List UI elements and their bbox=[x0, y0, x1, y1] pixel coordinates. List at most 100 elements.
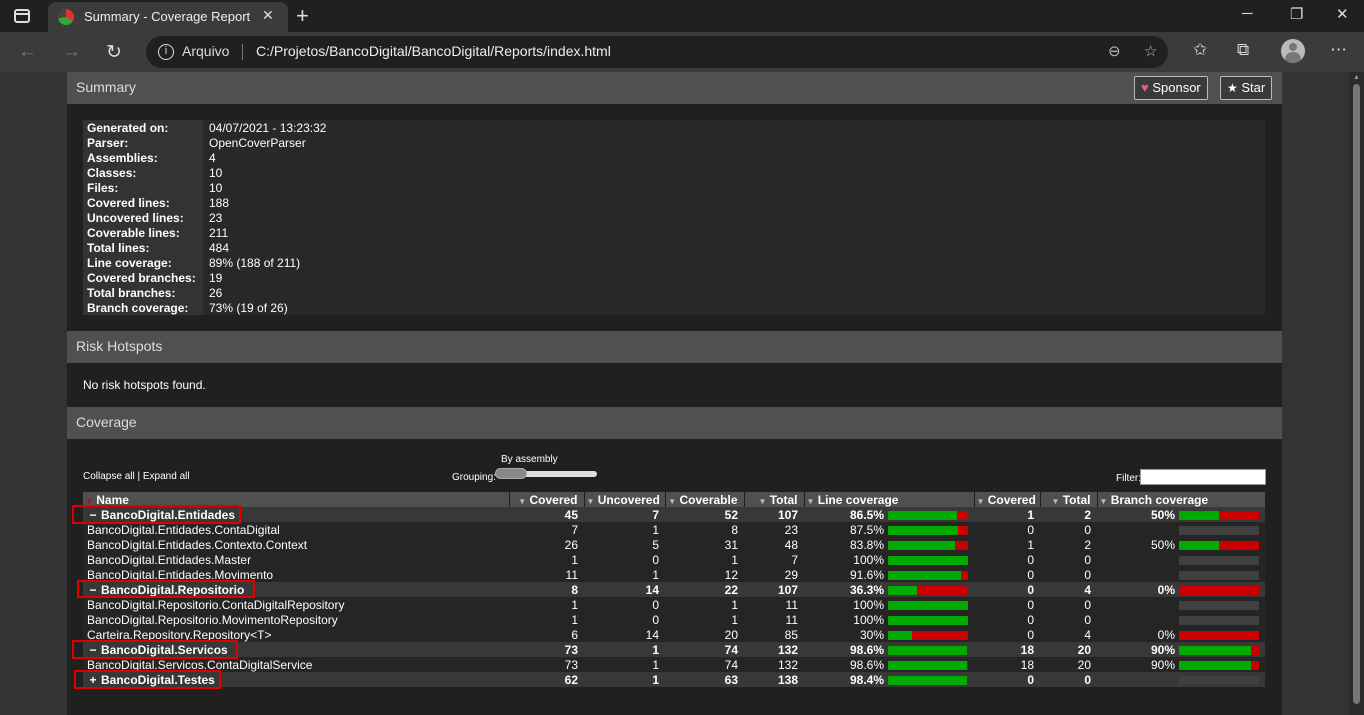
url-text[interactable]: C:/Projetos/BancoDigital/BancoDigital/Re… bbox=[256, 43, 611, 59]
forward-icon[interactable]: → bbox=[62, 41, 81, 63]
summary-row-label: Branch coverage: bbox=[83, 300, 203, 315]
col-coverable[interactable]: ▼ Coverable bbox=[665, 492, 745, 507]
col-line-coverage[interactable]: ▼ Line coverage bbox=[804, 492, 975, 507]
back-icon[interactable]: ← bbox=[18, 41, 37, 63]
url-field[interactable]: i Arquivo C:/Projetos/BancoDigital/Banco… bbox=[146, 36, 1168, 68]
class-name[interactable]: BancoDigital.Entidades.ContaDigital bbox=[87, 523, 280, 537]
line-coverage-cell: 36.3% bbox=[804, 582, 974, 597]
scroll-up-icon[interactable]: ▲ bbox=[1353, 74, 1360, 81]
line-coverage-bar bbox=[888, 510, 968, 520]
profile-avatar[interactable] bbox=[1281, 39, 1305, 63]
col-covered[interactable]: ▼ Covered bbox=[509, 492, 585, 507]
filter-input[interactable] bbox=[1140, 469, 1266, 485]
class-name-cell: BancoDigital.Entidades.Contexto.Context bbox=[83, 537, 509, 552]
col-uncovered[interactable]: ▼ Uncovered bbox=[584, 492, 666, 507]
zoom-icon[interactable]: ⊖ bbox=[1108, 42, 1121, 60]
summary-row: Coverable lines: 211 bbox=[83, 225, 1265, 240]
collections-icon[interactable]: ⧉ bbox=[1237, 40, 1249, 60]
summary-row-value: 73% (19 of 26) bbox=[203, 300, 1265, 315]
coverable-cell: 1 bbox=[665, 552, 744, 567]
address-bar: ← → ↻ i Arquivo C:/Projetos/BancoDigital… bbox=[0, 32, 1364, 72]
coverable-cell: 20 bbox=[665, 627, 744, 642]
assembly-row[interactable]: − BancoDigital.Entidades 45 7 52 107 86.5% 1 2 50… bbox=[83, 507, 1265, 522]
line-coverage-bar-uncovered bbox=[912, 630, 968, 640]
line-coverage-bar bbox=[888, 615, 968, 625]
browser-tab[interactable]: Summary - Coverage Report ✕ bbox=[48, 2, 288, 32]
branch-coverage-bar-covered bbox=[1179, 660, 1251, 670]
class-name[interactable]: BancoDigital.Entidades.Master bbox=[87, 553, 251, 567]
branch-covered-cell: 0 bbox=[974, 552, 1040, 567]
line-coverage-bar-uncovered bbox=[917, 585, 968, 595]
summary-row: Line coverage: 89% (188 of 211) bbox=[83, 255, 1265, 270]
line-coverage-cell: 30% bbox=[804, 627, 974, 642]
branch-coverage-bar bbox=[1179, 600, 1259, 610]
class-row[interactable]: BancoDigital.Repositorio.MovimentoReposi… bbox=[83, 612, 1265, 627]
class-row[interactable]: BancoDigital.Servicos.ContaDigitalServic… bbox=[83, 657, 1265, 672]
col-branch-covered[interactable]: ▼ Covered bbox=[974, 492, 1041, 507]
tab-close-icon[interactable]: ✕ bbox=[262, 7, 274, 24]
add-favorite-icon[interactable]: ☆ bbox=[1144, 42, 1157, 60]
line-coverage-value: 36.3% bbox=[849, 582, 884, 597]
class-name[interactable]: BancoDigital.Repositorio.MovimentoReposi… bbox=[87, 613, 338, 627]
branch-coverage-cell bbox=[1097, 597, 1265, 612]
line-coverage-bar-uncovered bbox=[955, 540, 968, 550]
line-coverage-cell: 98.6% bbox=[804, 657, 974, 672]
line-coverage-bar bbox=[888, 585, 968, 595]
branch-total-cell: 2 bbox=[1040, 537, 1097, 552]
line-coverage-bar bbox=[888, 645, 968, 655]
line-coverage-bar-uncovered bbox=[957, 510, 968, 520]
class-row[interactable]: Carteira.Repository.Repository<T> 6 14 20 85… bbox=[83, 627, 1265, 642]
class-row[interactable]: BancoDigital.Entidades.Contexto.Context 2… bbox=[83, 537, 1265, 552]
assembly-row[interactable]: + BancoDigital.Testes 62 1 63 138 98.4% 0 0 bbox=[83, 672, 1265, 687]
summary-row: Assemblies: 4 bbox=[83, 150, 1265, 165]
class-name[interactable]: BancoDigital.Entidades.Contexto.Context bbox=[87, 538, 307, 552]
summary-row-value: 10 bbox=[203, 180, 1265, 195]
favorites-icon[interactable]: ✩ bbox=[1193, 40, 1207, 60]
more-menu-icon[interactable]: ⋯ bbox=[1330, 40, 1347, 60]
branch-covered-cell: 0 bbox=[974, 672, 1040, 687]
coverable-cell: 22 bbox=[665, 582, 744, 597]
assembly-row[interactable]: − BancoDigital.Repositorio 8 14 22 107 36.3% 0 4… bbox=[83, 582, 1265, 597]
scrollbar-thumb[interactable] bbox=[1353, 84, 1360, 704]
grouping-slider-handle[interactable] bbox=[495, 468, 527, 479]
line-coverage-bar bbox=[888, 570, 968, 580]
coverage-title: Coverage bbox=[76, 414, 137, 430]
uncovered-cell: 14 bbox=[584, 582, 665, 597]
branch-total-cell: 0 bbox=[1040, 597, 1097, 612]
line-coverage-value: 98.6% bbox=[849, 642, 884, 657]
vertical-scrollbar[interactable]: ▲ bbox=[1349, 72, 1364, 715]
summary-row: Parser: OpenCoverParser bbox=[83, 135, 1265, 150]
class-row[interactable]: BancoDigital.Entidades.Master 1 0 1 7 100% 0 0 bbox=[83, 552, 1265, 567]
covered-cell: 7 bbox=[509, 522, 584, 537]
coverage-table: ▼ Name ▼ Covered ▼ Uncovered ▼ Coverable… bbox=[83, 492, 1266, 687]
risk-header: Risk Hotspots bbox=[67, 331, 1282, 363]
total-cell: 29 bbox=[744, 567, 804, 582]
reload-icon[interactable]: ↻ bbox=[106, 41, 122, 64]
tab-actions-icon[interactable] bbox=[14, 9, 30, 23]
star-button[interactable]: ★ Star bbox=[1220, 76, 1273, 100]
class-name[interactable]: BancoDigital.Repositorio.ContaDigitalRep… bbox=[87, 598, 344, 612]
col-branch-total[interactable]: ▼ Total bbox=[1040, 492, 1098, 507]
close-window-icon[interactable]: ✕ bbox=[1336, 5, 1349, 23]
new-tab-icon[interactable]: + bbox=[296, 3, 309, 29]
minimize-icon[interactable]: ─ bbox=[1242, 5, 1253, 22]
info-icon[interactable]: i bbox=[158, 44, 174, 60]
restore-icon[interactable]: ❐ bbox=[1290, 5, 1303, 23]
expand-all-link[interactable]: Expand all bbox=[143, 471, 190, 482]
total-cell: 7 bbox=[744, 552, 804, 567]
col-branch-coverage[interactable]: ▼ Branch coverage bbox=[1097, 492, 1266, 507]
total-cell: 85 bbox=[744, 627, 804, 642]
class-row[interactable]: BancoDigital.Entidades.Movimento 11 1 12 29 9… bbox=[83, 567, 1265, 582]
line-coverage-bar-covered bbox=[888, 570, 961, 580]
assembly-row[interactable]: − BancoDigital.Servicos 73 1 74 132 98.6% 18 20 9… bbox=[83, 642, 1265, 657]
branch-coverage-bar bbox=[1179, 540, 1259, 550]
sponsor-button[interactable]: ♥ Sponsor bbox=[1134, 76, 1208, 100]
sponsor-label: Sponsor bbox=[1152, 80, 1201, 95]
class-row[interactable]: BancoDigital.Repositorio.ContaDigitalRep… bbox=[83, 597, 1265, 612]
branch-covered-cell: 0 bbox=[974, 627, 1040, 642]
summary-row: Total branches: 26 bbox=[83, 285, 1265, 300]
class-row[interactable]: BancoDigital.Entidades.ContaDigital 7 1 8 23… bbox=[83, 522, 1265, 537]
col-total[interactable]: ▼ Total bbox=[744, 492, 805, 507]
collapse-all-link[interactable]: Collapse all bbox=[83, 471, 135, 482]
summary-row-label: Total branches: bbox=[83, 285, 203, 300]
